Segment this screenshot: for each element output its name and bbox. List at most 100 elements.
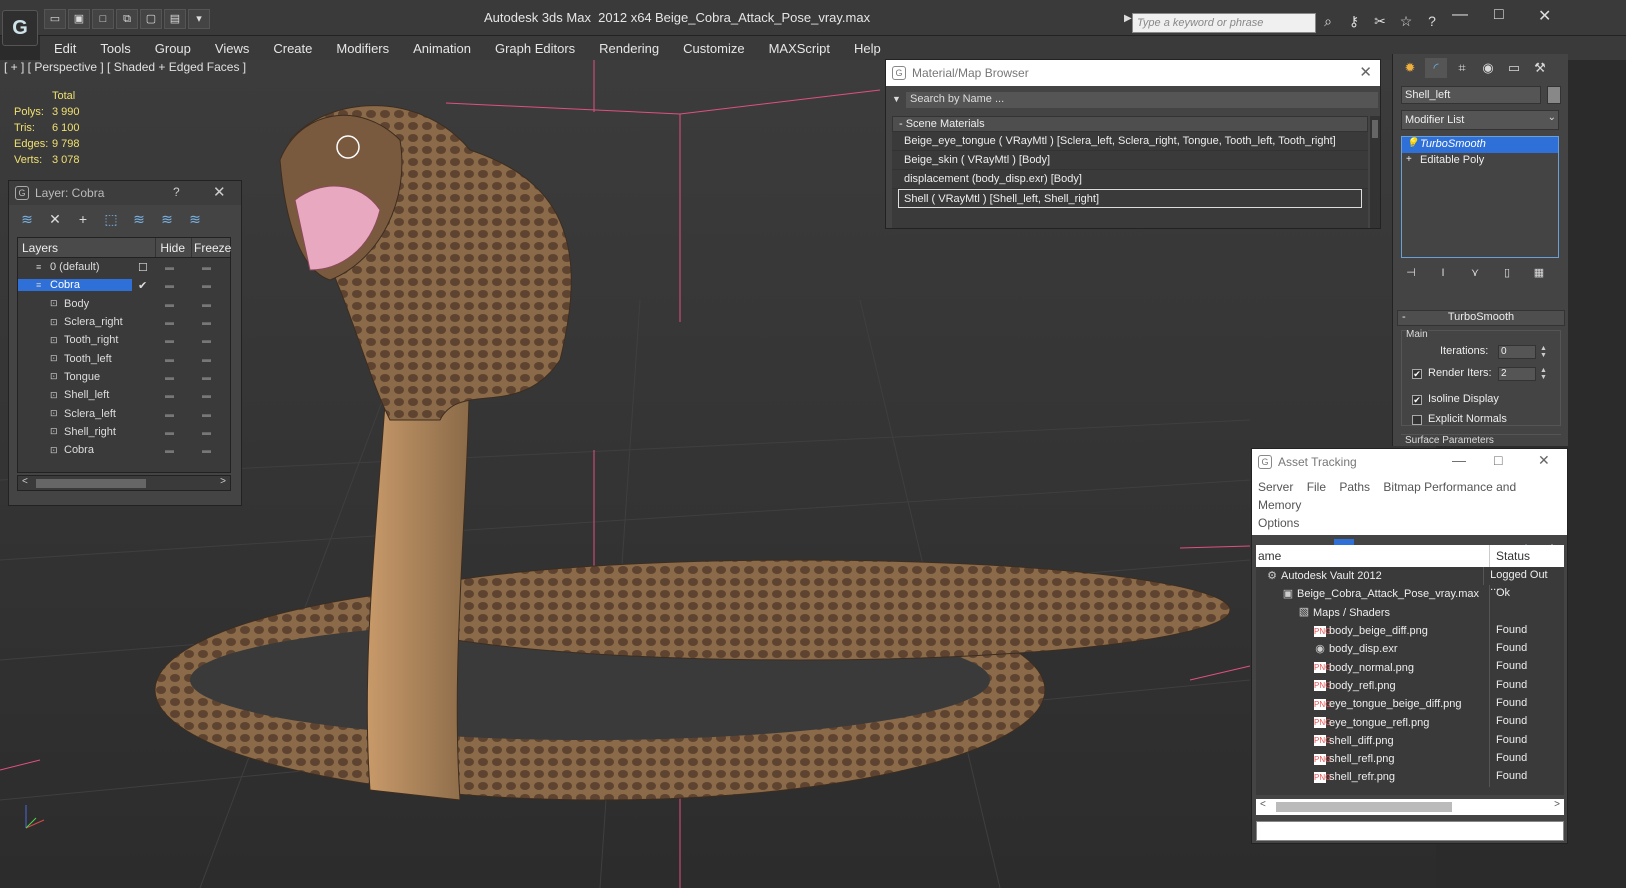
hide-toggle[interactable]: ▬: [165, 390, 174, 400]
key-icon[interactable]: ⚷: [1344, 11, 1364, 31]
menu-customize[interactable]: Customize: [683, 41, 744, 56]
layer-row[interactable]: ⊡ Cobra ▬ ▬: [18, 441, 230, 459]
scroll-left-icon[interactable]: <: [22, 476, 28, 487]
layer-name[interactable]: ⊡ Tongue: [18, 371, 132, 383]
asset-row[interactable]: ▣ Beige_Cobra_Attack_Pose_vray.max Ok: [1256, 585, 1564, 604]
hide-toggle[interactable]: ▬: [165, 445, 174, 455]
menu-modifiers[interactable]: Modifiers: [336, 41, 389, 56]
layer-row[interactable]: ≡ 0 (default) ☐ ▬ ▬: [18, 258, 230, 276]
delete-layer-icon[interactable]: ✕: [45, 209, 65, 229]
freeze-toggle[interactable]: ▬: [202, 335, 211, 345]
menu-paths[interactable]: Paths: [1339, 480, 1370, 494]
object-color-swatch[interactable]: [1547, 86, 1561, 104]
asset-hscrollbar[interactable]: < >: [1256, 799, 1564, 815]
search-expand-icon[interactable]: ▶: [1124, 13, 1132, 24]
freeze-toggle[interactable]: ▬: [202, 317, 211, 327]
menu-graph-editors[interactable]: Graph Editors: [495, 41, 575, 56]
display-tab-icon[interactable]: ▭: [1503, 58, 1525, 78]
layer-row[interactable]: ⊡ Sclera_left ▬ ▬: [18, 404, 230, 422]
current-layer-check[interactable]: ☐: [138, 261, 148, 274]
utilities-tab-icon[interactable]: ⚒: [1529, 58, 1551, 78]
layer-name[interactable]: ⊡ Cobra: [18, 444, 132, 456]
make-unique-icon[interactable]: ⋎: [1465, 264, 1485, 282]
layer-name[interactable]: ⊡ Tooth_right: [18, 334, 132, 346]
highlight-layer-icon[interactable]: ≋: [129, 209, 149, 229]
expand-icon[interactable]: +: [1406, 154, 1412, 165]
menu-file[interactable]: File: [1307, 480, 1326, 494]
motion-tab-icon[interactable]: ◉: [1477, 58, 1499, 78]
col-name[interactable]: ame: [1256, 545, 1490, 567]
modify-tab-icon[interactable]: ◜: [1425, 58, 1447, 78]
layer-row[interactable]: ⊡ Shell_right ▬ ▬: [18, 423, 230, 441]
maximize-icon[interactable]: □: [1494, 452, 1502, 468]
select-objects-icon[interactable]: ⬚: [101, 209, 121, 229]
maximize-icon[interactable]: □: [1494, 6, 1504, 24]
material-item[interactable]: displacement (body_disp.exr) [Body]: [892, 170, 1368, 189]
menu-create[interactable]: Create: [273, 41, 312, 56]
save-file-icon[interactable]: ▣: [68, 9, 90, 29]
configure-modifier-sets-icon[interactable]: ▦: [1529, 264, 1549, 282]
layer-row[interactable]: ⊡ Tongue ▬ ▬: [18, 368, 230, 386]
hide-toggle[interactable]: ▬: [165, 262, 174, 272]
close-icon[interactable]: ✕: [1538, 452, 1550, 469]
menu-tools[interactable]: Tools: [100, 41, 130, 56]
hide-toggle[interactable]: ▬: [165, 409, 174, 419]
spinner-arrows-icon[interactable]: ▲ ▼: [1540, 345, 1547, 359]
layer-row[interactable]: ⊡ Body ▬ ▬: [18, 295, 230, 313]
hide-toggle[interactable]: ▬: [165, 354, 174, 364]
hold-icon[interactable]: ⧉: [116, 9, 138, 29]
layer-name[interactable]: ≡ 0 (default): [18, 261, 132, 273]
freeze-all-layers-icon[interactable]: ≋: [185, 209, 205, 229]
open-file-icon[interactable]: ▭: [44, 9, 66, 29]
current-layer-check[interactable]: ✔: [138, 279, 147, 292]
explicit-normals-checkbox[interactable]: [1412, 415, 1422, 425]
fetch-icon[interactable]: ▢: [140, 9, 162, 29]
scroll-right-icon[interactable]: >: [220, 476, 226, 487]
turbosmooth-rollout-header[interactable]: - TurboSmooth: [1397, 310, 1565, 326]
layer-window-titlebar[interactable]: G Layer: Cobra ? ✕: [9, 181, 241, 205]
layer-row[interactable]: ≡ Cobra ✔ ▬ ▬: [18, 276, 230, 294]
material-search-input[interactable]: Search by Name ...: [906, 92, 1378, 108]
scroll-thumb[interactable]: [1372, 120, 1378, 138]
asset-row[interactable]: ⚙ Autodesk Vault 2012 Logged Out ...: [1256, 567, 1564, 593]
freeze-toggle[interactable]: ▬: [202, 372, 211, 382]
layer-name[interactable]: ⊡ Body: [18, 298, 132, 310]
freeze-toggle[interactable]: ▬: [202, 445, 211, 455]
material-item[interactable]: Shell ( VRayMtl ) [Shell_left, Shell_rig…: [898, 189, 1362, 208]
hide-toggle[interactable]: ▬: [165, 427, 174, 437]
asset-row[interactable]: PNG body_normal.png Found: [1256, 658, 1564, 677]
object-name-field[interactable]: Shell_left: [1401, 86, 1541, 104]
scroll-thumb[interactable]: [1276, 802, 1452, 812]
minimize-icon[interactable]: —: [1452, 452, 1466, 468]
light-bulb-icon[interactable]: 💡: [1406, 138, 1418, 149]
menu-bitmap-performance[interactable]: Bitmap Performance and Memory: [1258, 480, 1516, 512]
create-tab-icon[interactable]: ✹: [1399, 58, 1421, 78]
minimize-icon[interactable]: —: [1452, 6, 1468, 24]
freeze-toggle[interactable]: ▬: [202, 390, 211, 400]
layer-row[interactable]: ⊡ Shell_left ▬ ▬: [18, 386, 230, 404]
layer-row[interactable]: ⊡ Sclera_right ▬ ▬: [18, 313, 230, 331]
layer-name[interactable]: ⊡ Shell_right: [18, 426, 132, 438]
viewport-label[interactable]: [ + ] [ Perspective ] [ Shaded + Edged F…: [4, 60, 246, 74]
freeze-toggle[interactable]: ▬: [202, 409, 211, 419]
spinner-arrows-icon[interactable]: ▲ ▼: [1540, 367, 1547, 381]
favorites-star-icon[interactable]: ☆: [1396, 11, 1416, 31]
close-button[interactable]: ✕: [1359, 63, 1372, 81]
render-iters-spinner[interactable]: 2: [1498, 367, 1536, 381]
stack-item-editable-poly[interactable]: + Editable Poly: [1402, 153, 1558, 169]
menu-options[interactable]: Options: [1258, 516, 1299, 530]
show-end-result-icon[interactable]: I: [1433, 264, 1453, 282]
freeze-toggle[interactable]: ▬: [202, 262, 211, 272]
menu-server[interactable]: Server: [1258, 480, 1293, 494]
hide-toggle[interactable]: ▬: [165, 372, 174, 382]
close-button[interactable]: ✕: [213, 183, 226, 201]
layer-row[interactable]: ⊡ Tooth_left ▬ ▬: [18, 349, 230, 367]
app-logo-icon[interactable]: G: [2, 10, 38, 46]
freeze-toggle[interactable]: ▬: [202, 280, 211, 290]
binoculars-icon[interactable]: ⌕: [1318, 11, 1338, 31]
col-status[interactable]: Status: [1490, 545, 1536, 567]
menu-views[interactable]: Views: [215, 41, 249, 56]
communication-icon[interactable]: ✂: [1370, 11, 1390, 31]
hide-toggle[interactable]: ▬: [165, 317, 174, 327]
asset-row[interactable]: ▧ Maps / Shaders: [1256, 603, 1564, 622]
